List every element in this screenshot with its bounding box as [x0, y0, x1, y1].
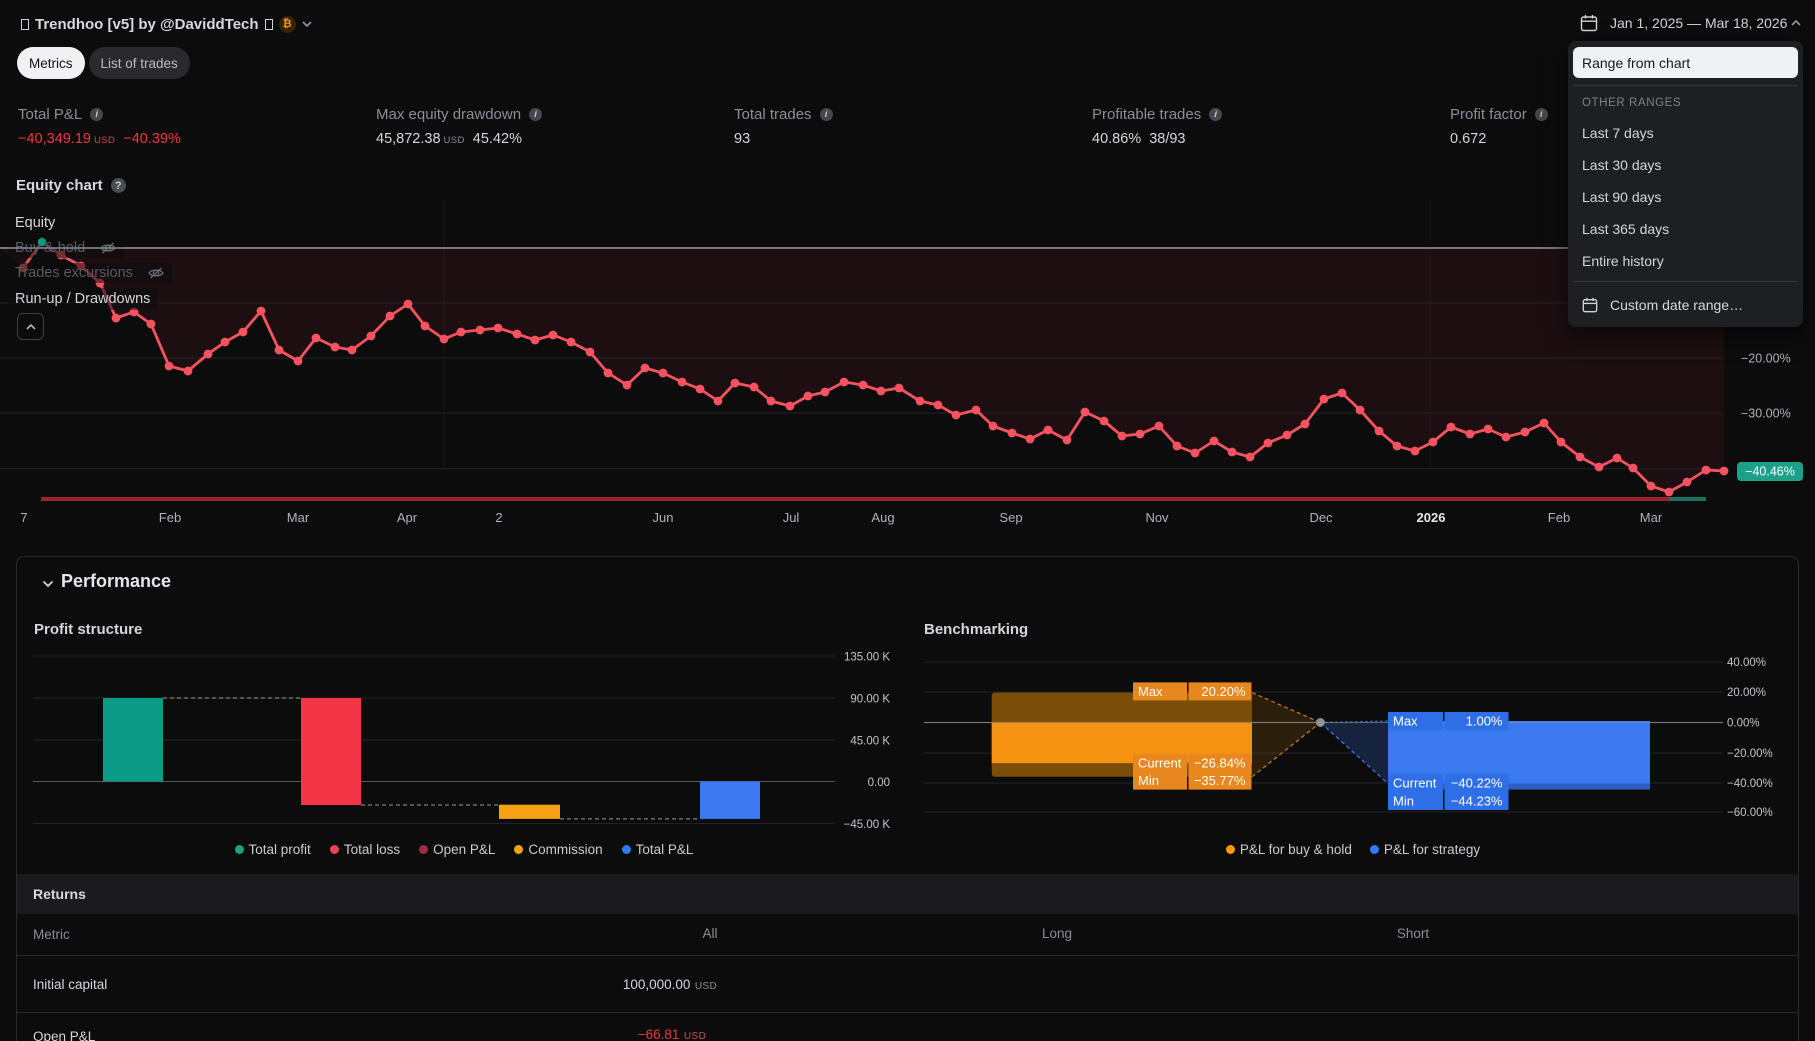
- svg-text:Jun: Jun: [653, 510, 674, 525]
- svg-text:2026: 2026: [1417, 510, 1446, 525]
- svg-text:−60.00%: −60.00%: [1727, 807, 1773, 819]
- svg-text:40.00%: 40.00%: [1727, 657, 1766, 669]
- svg-text:Apr: Apr: [397, 510, 418, 525]
- svg-text:1.00%: 1.00%: [1466, 714, 1503, 729]
- svg-text:Current: Current: [1393, 776, 1437, 791]
- svg-text:−20.00%: −20.00%: [1741, 352, 1791, 366]
- svg-text:Current: Current: [1138, 755, 1182, 770]
- svg-text:20.20%: 20.20%: [1201, 684, 1246, 699]
- svg-text:Dec: Dec: [1309, 510, 1333, 525]
- svg-text:−44.23%: −44.23%: [1451, 794, 1503, 809]
- svg-text:Nov: Nov: [1145, 510, 1169, 525]
- svg-text:−26.84%: −26.84%: [1194, 755, 1246, 770]
- svg-text:Feb: Feb: [159, 510, 181, 525]
- svg-text:135.00 K: 135.00 K: [844, 652, 890, 664]
- svg-text:90.00 K: 90.00 K: [850, 694, 890, 706]
- svg-text:−40.46%: −40.46%: [1745, 465, 1795, 479]
- svg-text:Mar: Mar: [287, 510, 310, 525]
- svg-text:Max: Max: [1393, 714, 1418, 729]
- svg-text:−40.22%: −40.22%: [1451, 776, 1503, 791]
- svg-text:−40.00%: −40.00%: [1727, 778, 1773, 790]
- svg-text:20.00%: 20.00%: [1727, 687, 1766, 699]
- svg-text:Aug: Aug: [871, 510, 894, 525]
- svg-text:Mar: Mar: [1640, 510, 1663, 525]
- svg-text:Max: Max: [1138, 684, 1163, 699]
- svg-text:7: 7: [20, 510, 27, 525]
- svg-text:0.00: 0.00: [868, 777, 890, 789]
- svg-text:2: 2: [495, 510, 502, 525]
- svg-text:Feb: Feb: [1548, 510, 1570, 525]
- svg-text:−35.77%: −35.77%: [1194, 773, 1246, 788]
- svg-text:Min: Min: [1393, 794, 1414, 809]
- svg-text:Jul: Jul: [783, 510, 800, 525]
- svg-text:−30.00%: −30.00%: [1741, 407, 1791, 421]
- svg-text:0.00%: 0.00%: [1727, 718, 1760, 730]
- svg-text:45.00 K: 45.00 K: [850, 736, 890, 748]
- svg-text:Min: Min: [1138, 773, 1159, 788]
- svg-text:Sep: Sep: [999, 510, 1022, 525]
- svg-text:−20.00%: −20.00%: [1727, 748, 1773, 760]
- svg-text:−45.00 K: −45.00 K: [844, 819, 891, 831]
